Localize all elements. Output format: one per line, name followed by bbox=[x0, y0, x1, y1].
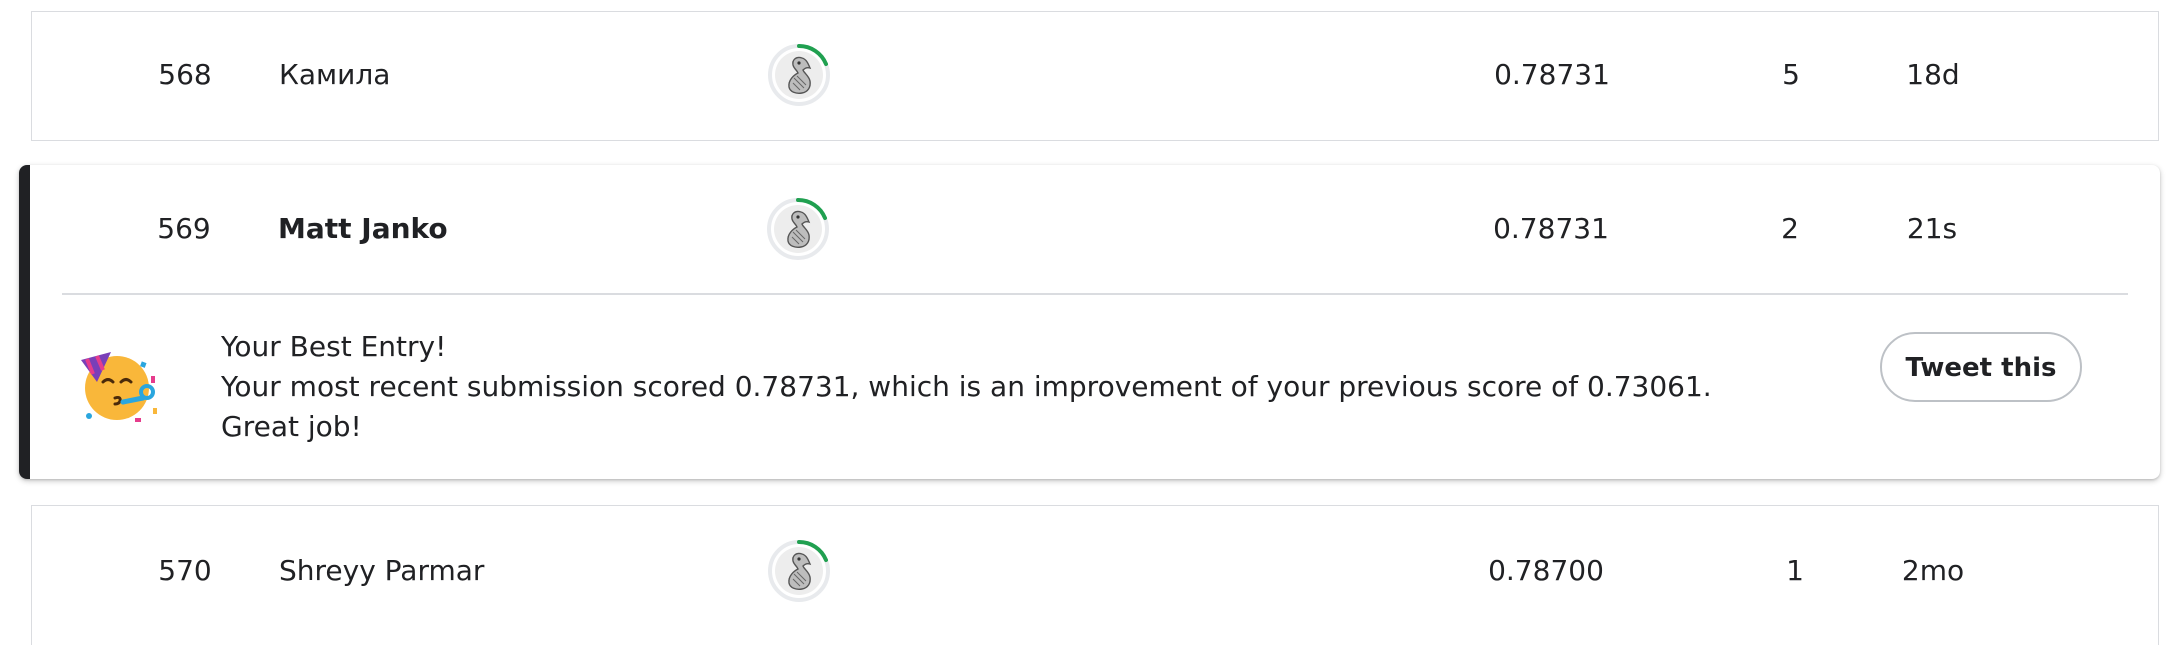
leaderboard-page: 568 Камила 0.78731 5 18d 569 Matt Janko bbox=[0, 0, 2173, 645]
score-cell: 0.78731 bbox=[1494, 58, 1610, 91]
card-divider bbox=[62, 293, 2128, 295]
highlight-bar bbox=[19, 165, 30, 479]
team-name-link[interactable]: Камила bbox=[279, 58, 390, 92]
party-face-icon bbox=[77, 342, 161, 426]
score-cell: 0.78700 bbox=[1488, 554, 1604, 587]
tier-medal-icon[interactable] bbox=[766, 538, 832, 604]
leaderboard-row[interactable]: 570 Shreyy Parmar 0.78700 1 2mo bbox=[31, 505, 2159, 645]
rank-cell: 569 bbox=[157, 212, 211, 245]
tweet-this-button[interactable]: Tweet this bbox=[1880, 332, 2082, 402]
tier-medal-icon[interactable] bbox=[765, 196, 831, 262]
leaderboard-row[interactable]: 568 Камила 0.78731 5 18d bbox=[31, 11, 2159, 141]
rank-cell: 570 bbox=[158, 554, 212, 587]
entries-cell: 1 bbox=[1786, 554, 1804, 587]
tier-medal-icon[interactable] bbox=[766, 42, 832, 108]
team-name-link[interactable]: Matt Janko bbox=[278, 212, 448, 246]
rank-cell: 568 bbox=[158, 58, 212, 91]
current-user-card: 569 Matt Janko 0.78731 2 21s Your Best E… bbox=[19, 165, 2160, 479]
score-cell: 0.78731 bbox=[1493, 212, 1609, 245]
team-name-link[interactable]: Shreyy Parmar bbox=[279, 554, 484, 588]
entries-cell: 5 bbox=[1782, 58, 1800, 91]
best-entry-title: Your Best Entry! bbox=[221, 330, 447, 363]
entries-cell: 2 bbox=[1781, 212, 1799, 245]
last-submission-cell: 2mo bbox=[1901, 554, 1965, 587]
best-entry-message: Your most recent submission scored 0.787… bbox=[221, 370, 1712, 443]
last-submission-cell: 18d bbox=[1906, 58, 1960, 91]
last-submission-cell: 21s bbox=[1906, 212, 1958, 245]
